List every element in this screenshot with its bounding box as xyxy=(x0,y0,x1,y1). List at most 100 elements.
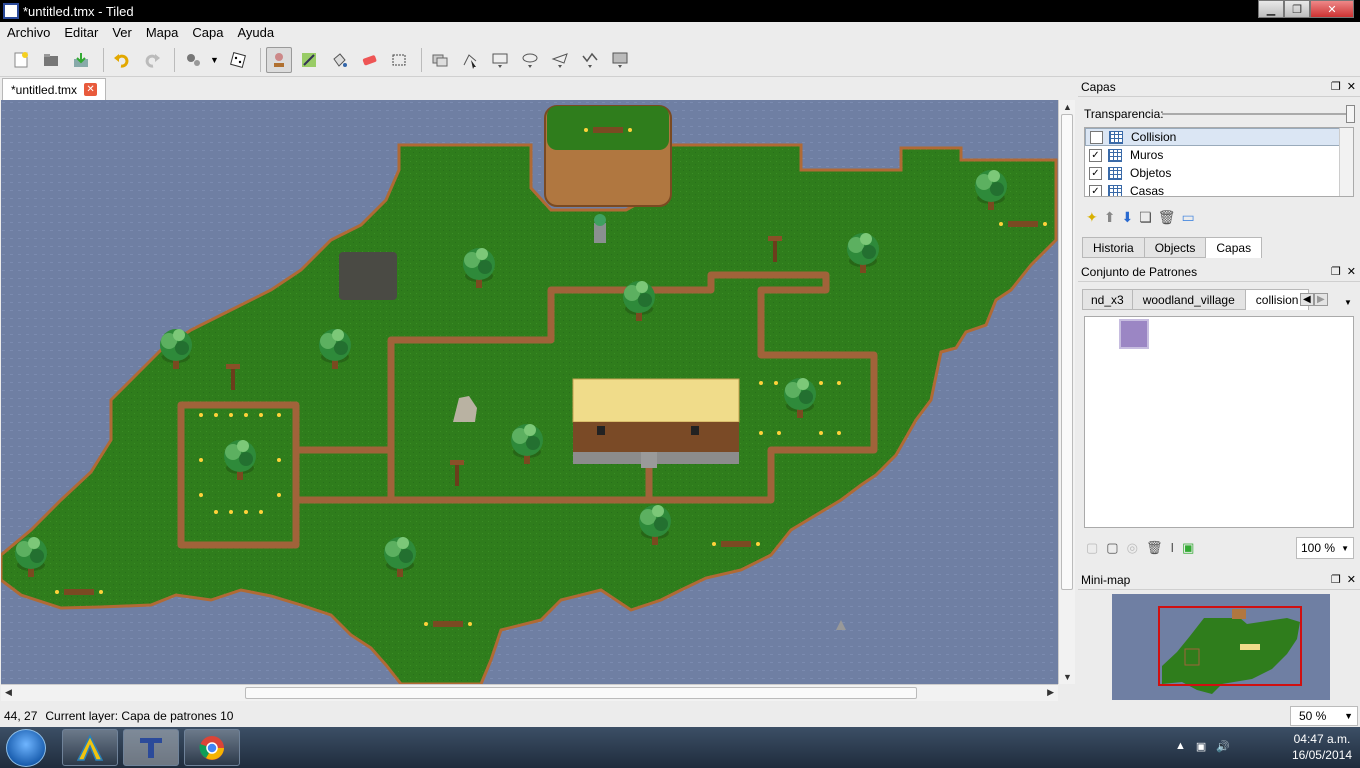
document-tab-label: *untitled.tmx xyxy=(11,82,78,97)
rect-select-icon[interactable] xyxy=(386,47,412,73)
opacity-slider-handle[interactable] xyxy=(1346,105,1355,123)
collision-tile[interactable] xyxy=(1119,319,1149,349)
current-layer-status: Current layer: Capa de patrones 10 xyxy=(45,709,234,723)
tileset-menu-chevron-icon[interactable]: ▼ xyxy=(1344,298,1352,307)
visibility-checkbox[interactable]: ✓ xyxy=(1089,166,1102,180)
remove-tileset-icon[interactable]: 🗑 xyxy=(1146,540,1163,556)
stamp-brush-icon[interactable] xyxy=(265,46,292,73)
horizontal-scroll-thumb[interactable] xyxy=(245,687,917,699)
close-tab-icon[interactable]: ✕ xyxy=(84,83,98,96)
insert-rect-icon[interactable] xyxy=(487,47,513,73)
open-folder-icon[interactable] xyxy=(38,47,64,73)
minimize-button[interactable]: ▁ xyxy=(1258,0,1284,18)
insert-polygon-icon[interactable] xyxy=(547,47,573,73)
insert-polyline-icon[interactable] xyxy=(577,47,603,73)
scroll-up-icon[interactable]: ▲ xyxy=(1063,102,1072,112)
layer-properties-icon[interactable]: ▭ xyxy=(1182,209,1195,226)
float-icon[interactable]: ❐ xyxy=(1331,573,1341,586)
raise-layer-icon[interactable]: ⬆ xyxy=(1104,209,1116,226)
tabs-scroll-left-icon[interactable]: ◀ xyxy=(1300,293,1314,306)
volume-icon[interactable]: 🔊 xyxy=(1216,740,1230,753)
float-icon[interactable]: ❐ xyxy=(1331,80,1341,93)
layers-dock-tabs: Historia Objects Capas xyxy=(1082,237,1263,258)
export-tileset-icon[interactable]: ◎ xyxy=(1127,540,1138,556)
save-icon[interactable] xyxy=(68,47,94,73)
taskbar-chrome[interactable] xyxy=(184,729,240,766)
float-icon[interactable]: ❐ xyxy=(1331,265,1341,278)
layers-list-scrollbar[interactable] xyxy=(1339,128,1353,196)
tileset-zoom-value: 100 % xyxy=(1301,541,1336,555)
visibility-checkbox[interactable] xyxy=(1090,130,1103,144)
edit-terrain-icon[interactable]: ▣ xyxy=(1182,540,1194,556)
menu-archivo[interactable]: Archivo xyxy=(0,25,57,40)
scroll-down-icon[interactable]: ▼ xyxy=(1063,672,1072,682)
tab-tileset-nd-x3[interactable]: nd_x3 xyxy=(1082,289,1133,310)
insert-ellipse-icon[interactable] xyxy=(517,47,543,73)
vertical-scroll-thumb[interactable] xyxy=(1061,114,1073,590)
object-select-icon[interactable] xyxy=(427,47,453,73)
import-tileset-icon[interactable]: ▢ xyxy=(1106,540,1118,556)
clock[interactable]: 04:47 a.m. 16/05/2014 xyxy=(1292,731,1352,763)
show-hidden-icons-icon[interactable]: ▲ xyxy=(1175,740,1186,753)
bucket-fill-icon[interactable] xyxy=(326,47,352,73)
delete-layer-icon[interactable]: 🗑 xyxy=(1158,209,1176,226)
dice-icon[interactable] xyxy=(225,47,251,73)
horizontal-scrollbar[interactable]: ◀ ▶ xyxy=(1,684,1058,701)
minimap-view[interactable] xyxy=(1112,594,1330,700)
random-mode-icon[interactable] xyxy=(180,47,206,73)
layer-row-casas[interactable]: ✓ Casas xyxy=(1085,182,1353,196)
document-tab[interactable]: *untitled.tmx ✕ xyxy=(2,78,106,100)
menu-editar[interactable]: Editar xyxy=(57,25,105,40)
layer-row-collision[interactable]: Collision xyxy=(1085,128,1353,146)
layer-row-muros[interactable]: ✓ Muros xyxy=(1085,146,1353,164)
chevron-down-icon[interactable]: ▼ xyxy=(210,55,219,65)
close-icon[interactable]: ✕ xyxy=(1347,573,1356,586)
taskbar-app-a[interactable] xyxy=(62,729,118,766)
tileset-dock-title-bar: Conjunto de Patrones ❐ ✕ xyxy=(1078,262,1360,282)
start-button[interactable] xyxy=(6,729,46,767)
insert-tile-icon[interactable] xyxy=(607,47,633,73)
terrain-brush-icon[interactable] xyxy=(296,47,322,73)
tiled-app-icon xyxy=(3,3,19,19)
tab-tileset-woodland-village[interactable]: woodland_village xyxy=(1131,289,1246,310)
visibility-checkbox[interactable]: ✓ xyxy=(1089,148,1102,162)
add-layer-icon[interactable]: ✦ xyxy=(1086,209,1098,226)
tileset-view[interactable] xyxy=(1084,316,1354,528)
close-icon[interactable]: ✕ xyxy=(1347,265,1356,278)
taskbar-tiled[interactable] xyxy=(123,729,179,766)
tileset-properties-icon[interactable]: I xyxy=(1170,540,1174,556)
menu-ver[interactable]: Ver xyxy=(105,25,139,40)
undo-icon[interactable] xyxy=(109,47,135,73)
eraser-icon[interactable] xyxy=(356,47,382,73)
opacity-slider[interactable] xyxy=(1162,113,1348,115)
maximize-button[interactable]: ❐ xyxy=(1284,0,1310,18)
redo-icon[interactable] xyxy=(139,47,165,73)
layer-row-objetos[interactable]: ✓ Objetos xyxy=(1085,164,1353,182)
tab-historia[interactable]: Historia xyxy=(1082,237,1145,258)
tab-capas[interactable]: Capas xyxy=(1205,237,1263,258)
vertical-scrollbar[interactable]: ▲ ▼ xyxy=(1058,100,1075,684)
network-icon[interactable]: ▣ xyxy=(1196,740,1206,753)
cursor-coords: 44, 27 xyxy=(4,709,38,723)
map-canvas[interactable] xyxy=(1,100,1058,684)
tabs-scroll-right-icon[interactable]: ▶ xyxy=(1314,293,1328,306)
lower-layer-icon[interactable]: ⬇ xyxy=(1121,209,1133,226)
tileset-dock-title: Conjunto de Patrones xyxy=(1081,264,1198,279)
close-window-button[interactable]: ✕ xyxy=(1310,0,1354,18)
tileset-zoom-select[interactable]: 100 % ▼ xyxy=(1296,537,1354,559)
scroll-left-icon[interactable]: ◀ xyxy=(5,687,12,698)
tab-objects[interactable]: Objects xyxy=(1143,237,1207,258)
duplicate-layer-icon[interactable]: ❏ xyxy=(1139,209,1152,226)
edit-polygon-icon[interactable] xyxy=(457,47,483,73)
map-zoom-value: 50 % xyxy=(1299,709,1327,723)
new-tileset-icon[interactable]: ▢ xyxy=(1086,540,1098,556)
menu-ayuda[interactable]: Ayuda xyxy=(230,25,281,40)
menu-mapa[interactable]: Mapa xyxy=(139,25,186,40)
visibility-checkbox[interactable]: ✓ xyxy=(1089,184,1102,196)
close-icon[interactable]: ✕ xyxy=(1347,80,1356,93)
scroll-right-icon[interactable]: ▶ xyxy=(1047,687,1054,698)
new-file-icon[interactable] xyxy=(8,47,34,73)
menu-capa[interactable]: Capa xyxy=(185,25,230,40)
map-zoom-select[interactable]: 50 % ▼ xyxy=(1290,706,1358,726)
tile-layer-icon xyxy=(1109,130,1123,144)
